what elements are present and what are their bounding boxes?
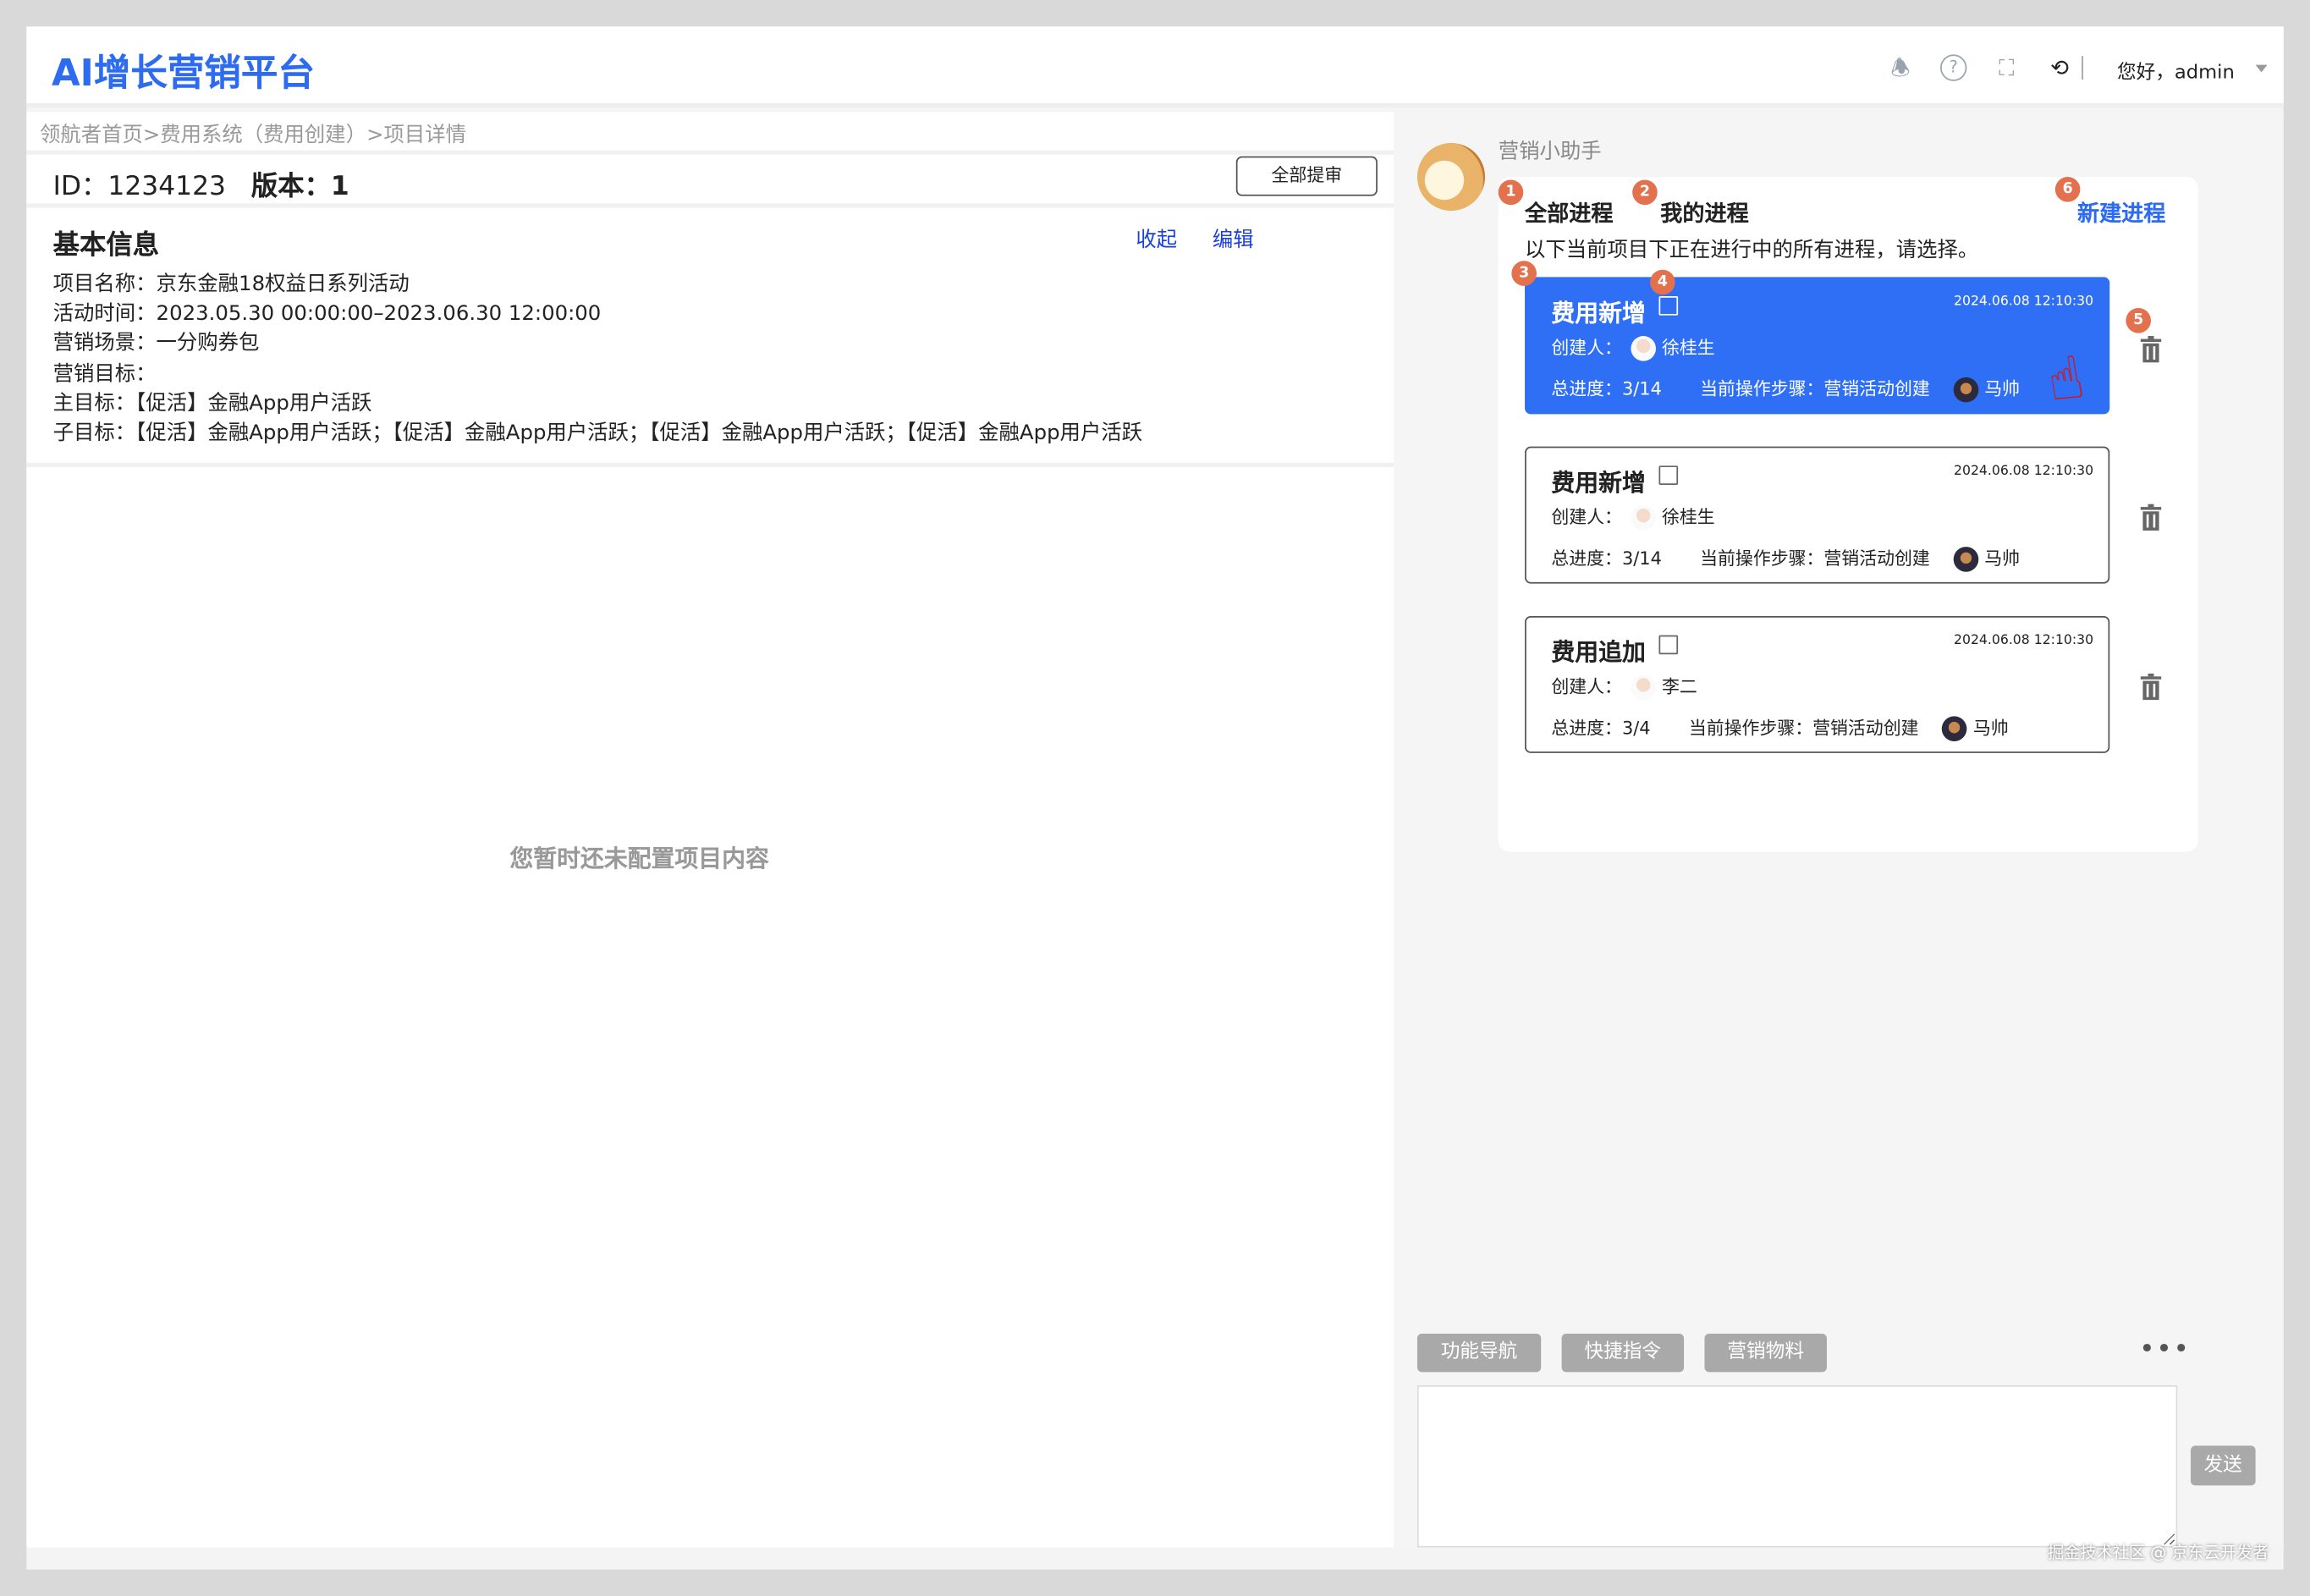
process-name: 费用追加 bbox=[1551, 638, 1646, 667]
id-label: ID：1234123 bbox=[52, 171, 226, 202]
info-project-name: 项目名称：京东金融18权益日系列活动 bbox=[52, 272, 410, 297]
submit-all-button[interactable]: 全部提审 bbox=[1235, 156, 1378, 196]
creator-row: 创建人： 徐桂生 bbox=[1551, 334, 1715, 361]
creator-name: 李二 bbox=[1661, 676, 1697, 697]
assistant-name: 营销小助手 bbox=[1498, 140, 1602, 164]
operator-name: 马帅 bbox=[1984, 548, 2021, 570]
user-greeting[interactable]: 您好，admin bbox=[2117, 56, 2235, 84]
version-label: 版本：1 bbox=[250, 171, 349, 202]
divider bbox=[26, 203, 1394, 208]
help-icon[interactable]: ? bbox=[1940, 54, 1967, 81]
app-title: AI增长营销平台 bbox=[51, 51, 315, 95]
creator-row: 创建人： 徐桂生 bbox=[1551, 504, 1715, 531]
edit-icon[interactable] bbox=[1658, 296, 1679, 316]
process-name: 费用新增 bbox=[1551, 299, 1646, 327]
basic-info-title: 基本信息 bbox=[52, 229, 160, 261]
project-id: ID：1234123 版本：1 bbox=[53, 165, 349, 203]
process-name: 费用新增 bbox=[1551, 468, 1646, 497]
step-text: 当前操作步骤：营销活动创建 bbox=[1688, 718, 1919, 739]
info-main-goal: 主目标：【促活】金融App用户活跃 bbox=[52, 392, 372, 416]
badge-1: 1 bbox=[1498, 179, 1524, 206]
step-text: 当前操作步骤：营销活动创建 bbox=[1700, 378, 1930, 399]
process-item[interactable]: 费用新增 2024.06.08 12:10:30 创建人： 徐桂生 总进度：3/1… bbox=[1525, 277, 2110, 415]
progress-row: 总进度：3/4 当前操作步骤：营销活动创建 马帅 bbox=[1551, 715, 2009, 741]
assistant-avatar bbox=[1416, 142, 1486, 212]
badge-2: 2 bbox=[1632, 179, 1658, 206]
info-scene: 营销场景：一分购券包 bbox=[52, 331, 260, 355]
process-item[interactable]: 费用新增 2024.06.08 12:10:30 创建人： 徐桂生 总进度：3/1… bbox=[1525, 446, 2110, 584]
fullscreen-icon[interactable]: ⛶ bbox=[1994, 54, 2020, 80]
more-icon[interactable]: ••• bbox=[2139, 1334, 2191, 1365]
process-time: 2024.06.08 12:10:30 bbox=[1954, 294, 2094, 310]
step-text: 当前操作步骤：营销活动创建 bbox=[1700, 548, 1930, 570]
creator-row: 创建人： 李二 bbox=[1551, 674, 1697, 701]
operator-name: 马帅 bbox=[1984, 378, 2021, 399]
operator-avatar bbox=[1953, 547, 1979, 572]
send-button[interactable]: 发送 bbox=[2191, 1445, 2256, 1486]
header-divider bbox=[2082, 56, 2083, 80]
feature-nav-button[interactable]: 功能导航 bbox=[1416, 1334, 1542, 1373]
creator-label: 创建人： bbox=[1551, 337, 1622, 359]
operator-name: 马帅 bbox=[1972, 718, 2009, 739]
breadcrumb[interactable]: 领航者首页>费用系统（费用创建）>项目详情 bbox=[40, 119, 466, 149]
process-time: 2024.06.08 12:10:30 bbox=[1954, 464, 2094, 479]
creator-name: 徐桂生 bbox=[1661, 337, 1715, 359]
edit-icon[interactable] bbox=[1658, 635, 1679, 655]
tab-my-processes[interactable]: 我的进程 bbox=[1660, 197, 1748, 228]
badge-4: 4 bbox=[1650, 269, 1675, 295]
divider bbox=[26, 462, 1394, 468]
tab-all-processes[interactable]: 全部进程 bbox=[1525, 197, 1613, 228]
edit-link[interactable]: 编辑 bbox=[1213, 224, 1254, 254]
progress-text: 总进度：3/14 bbox=[1551, 378, 1662, 399]
info-sub-goals: 子目标：【促活】金融App用户活跃；【促活】金融App用户活跃；【促活】金融Ap… bbox=[52, 421, 1143, 445]
creator-label: 创建人： bbox=[1551, 507, 1622, 528]
watermark: 掘金技术社区 @ 京东云开发者 bbox=[2048, 1543, 2269, 1562]
bell-icon[interactable]: 🕭 bbox=[1887, 54, 1913, 80]
message-input[interactable] bbox=[1416, 1385, 2178, 1548]
progress-row: 总进度：3/14 当前操作步骤：营销活动创建 马帅 bbox=[1551, 545, 2021, 572]
creator-label: 创建人： bbox=[1551, 676, 1622, 697]
creator-avatar bbox=[1631, 505, 1657, 531]
operator-avatar bbox=[1953, 377, 1979, 403]
caret-down-icon[interactable] bbox=[2255, 64, 2268, 73]
marketing-material-button[interactable]: 营销物料 bbox=[1704, 1334, 1827, 1373]
trash-icon[interactable] bbox=[2139, 336, 2163, 363]
divider bbox=[26, 150, 1394, 155]
edit-icon[interactable] bbox=[1658, 465, 1679, 485]
new-process-link[interactable]: 新建进程 bbox=[2077, 197, 2165, 228]
creator-name: 徐桂生 bbox=[1661, 507, 1715, 528]
badge-3: 3 bbox=[1511, 261, 1537, 286]
badge-5: 5 bbox=[2126, 307, 2152, 333]
quick-command-button[interactable]: 快捷指令 bbox=[1561, 1334, 1685, 1373]
creator-avatar bbox=[1631, 336, 1657, 361]
operator-avatar bbox=[1942, 716, 1967, 741]
info-activity-time: 活动时间：2023.05.30 00:00:00–2023.06.30 12:0… bbox=[52, 302, 602, 326]
process-time: 2024.06.08 12:10:30 bbox=[1954, 633, 2094, 649]
info-goal: 营销目标： bbox=[52, 362, 157, 387]
progress-text: 总进度：3/4 bbox=[1551, 718, 1651, 739]
process-description: 以下当前项目下正在进行中的所有进程，请选择。 bbox=[1525, 239, 1979, 262]
trash-icon[interactable] bbox=[2139, 504, 2163, 531]
progress-text: 总进度：3/14 bbox=[1551, 548, 1662, 570]
trash-icon[interactable] bbox=[2139, 673, 2163, 701]
creator-avatar bbox=[1631, 674, 1657, 701]
process-item[interactable]: 费用追加 2024.06.08 12:10:30 创建人： 李二 总进度：3/4 当… bbox=[1525, 615, 2110, 753]
empty-state-text: 您暂时还未配置项目内容 bbox=[509, 844, 769, 872]
progress-row: 总进度：3/14 当前操作步骤：营销活动创建 马帅 bbox=[1551, 376, 2021, 403]
history-icon[interactable]: ⟲ bbox=[2046, 54, 2072, 80]
collapse-link[interactable]: 收起 bbox=[1136, 224, 1177, 254]
